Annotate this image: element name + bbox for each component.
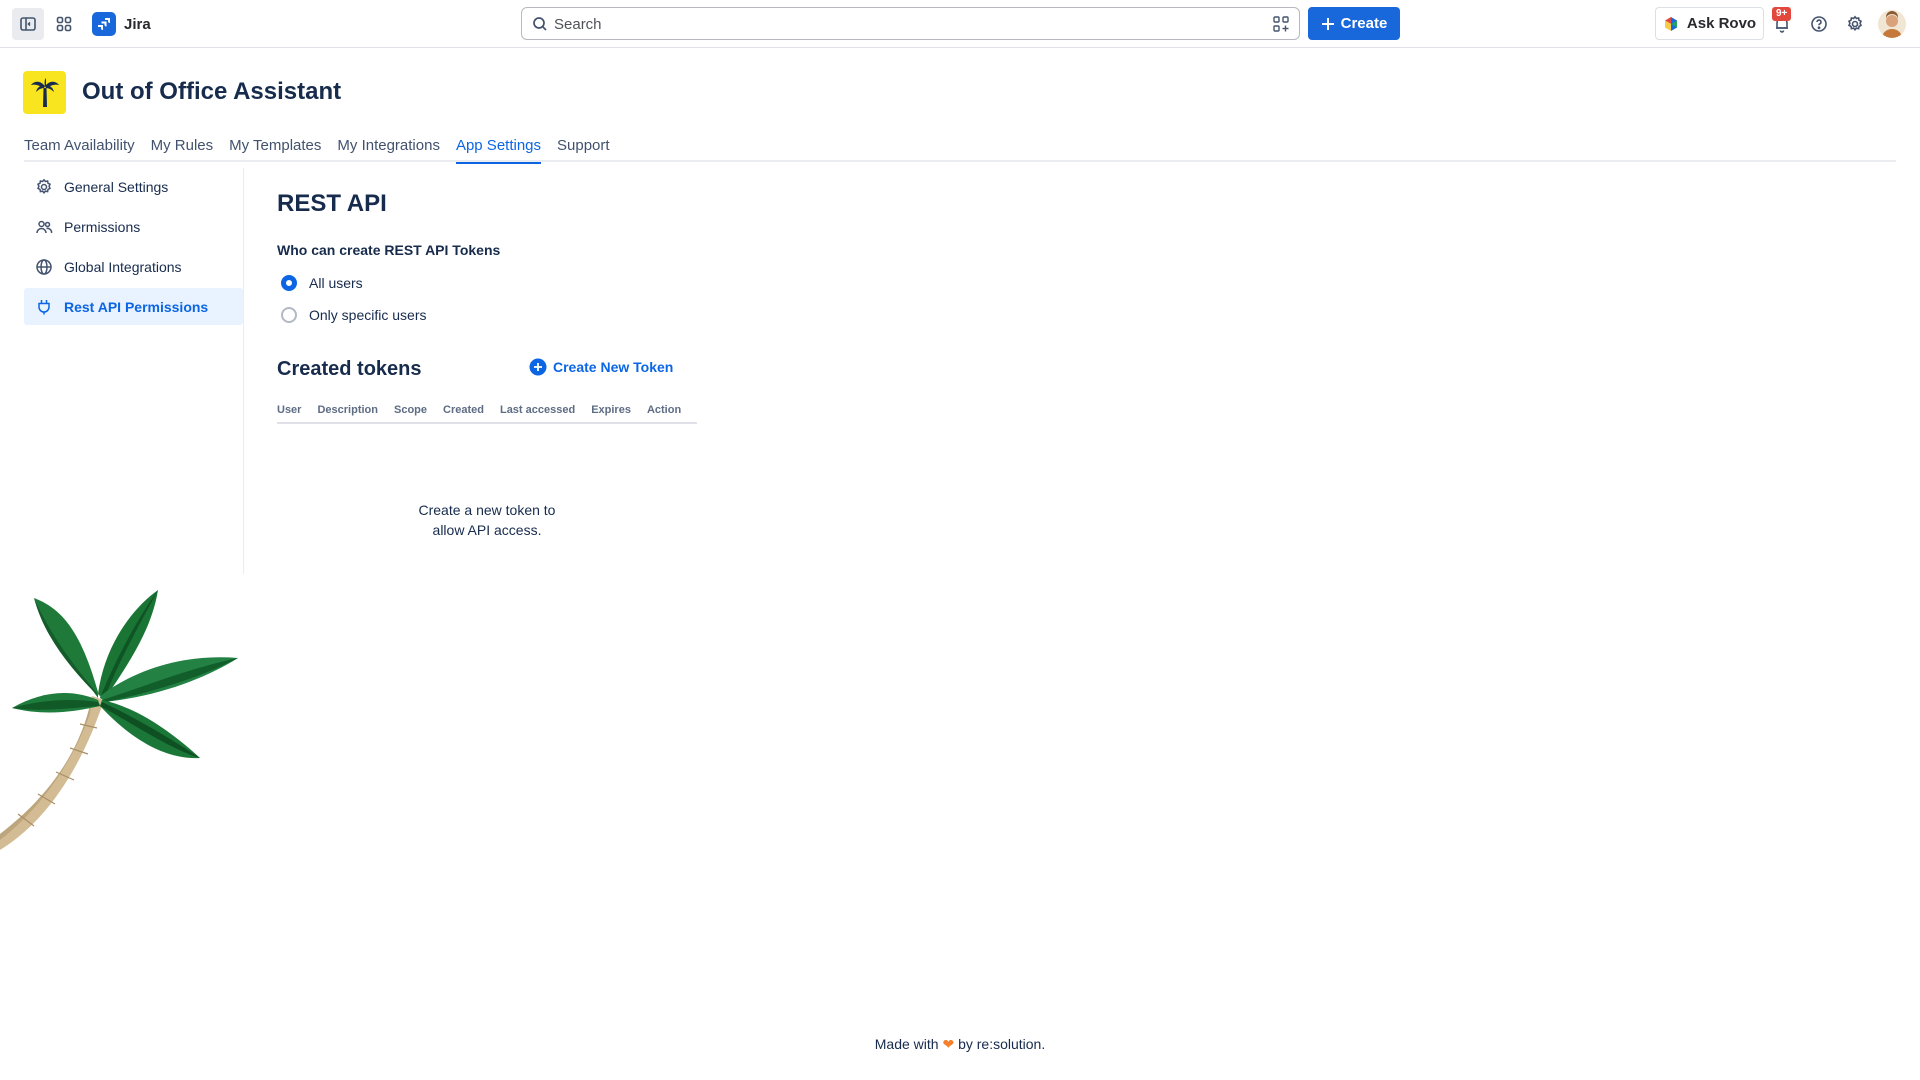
rovo-icon — [1664, 16, 1677, 31]
column-header-expires[interactable]: Expires — [591, 404, 631, 416]
page-title: REST API — [277, 190, 387, 217]
search-box[interactable] — [521, 7, 1300, 40]
gear-icon — [1847, 15, 1863, 32]
radio-all-users[interactable]: All users — [281, 275, 363, 291]
footer-prefix: Made with — [874, 1036, 939, 1052]
column-header-last-accessed[interactable]: Last accessed — [500, 404, 575, 416]
search-icon — [533, 17, 547, 31]
heart-icon: ❤ — [942, 1036, 955, 1052]
palm-tree-icon — [30, 77, 59, 107]
top-navigation: Jira Create Ask Rovo — [0, 0, 1920, 48]
tab-team-availability[interactable]: Team Availability — [24, 130, 135, 162]
ask-rovo-label: Ask Rovo — [1686, 15, 1757, 32]
qr-code-icon[interactable] — [1272, 15, 1290, 33]
empty-state-line: Create a new token to — [418, 502, 556, 518]
sidebar-item-label: Global Integrations — [64, 258, 182, 275]
jira-logo-icon — [92, 12, 116, 36]
radio-button[interactable] — [281, 307, 297, 323]
sidebar-item-global-integrations[interactable]: Global Integrations — [24, 248, 243, 285]
tab-my-rules[interactable]: My Rules — [151, 130, 214, 162]
settings-sidebar: General Settings Permissions Global Inte… — [24, 168, 244, 574]
tab-my-templates[interactable]: My Templates — [229, 130, 321, 162]
notification-badge: 9+ — [1772, 7, 1792, 21]
tab-my-integrations[interactable]: My Integrations — [337, 130, 440, 162]
tab-app-settings[interactable]: App Settings — [455, 130, 542, 164]
sidebar-toggle-button[interactable] — [12, 8, 44, 40]
radio-button-checked[interactable] — [281, 275, 297, 291]
app-switcher-button[interactable] — [48, 8, 80, 40]
settings-button[interactable] — [1839, 8, 1871, 40]
people-icon — [36, 220, 53, 233]
add-circle-icon — [529, 358, 547, 376]
create-button-label: Create — [1340, 15, 1388, 32]
footer-suffix: by re:solution. — [958, 1036, 1046, 1052]
radio-specific-users[interactable]: Only specific users — [281, 307, 426, 323]
sidebar-item-rest-api-permissions[interactable]: Rest API Permissions — [24, 288, 243, 325]
globe-icon — [36, 258, 52, 275]
column-header-user[interactable]: User — [277, 404, 301, 416]
create-button[interactable]: Create — [1308, 7, 1400, 40]
search-input[interactable] — [554, 14, 1234, 34]
help-button[interactable] — [1803, 8, 1835, 40]
ask-rovo-button[interactable]: Ask Rovo — [1655, 7, 1764, 40]
plug-icon — [38, 299, 50, 314]
create-new-token-label: Create New Token — [553, 359, 674, 375]
sidebar-item-permissions[interactable]: Permissions — [24, 208, 243, 245]
column-header-created[interactable]: Created — [443, 404, 484, 416]
sidebar-panel-icon — [20, 17, 36, 31]
empty-state-line: allow API access. — [432, 522, 542, 538]
sidebar-item-label: Rest API Permissions — [64, 298, 209, 315]
sidebar-item-label: General Settings — [64, 178, 169, 195]
sidebar-item-label: Permissions — [64, 218, 141, 235]
tab-support[interactable]: Support — [557, 130, 610, 162]
main-tabs: Team Availability My Rules My Templates … — [24, 130, 1896, 164]
tokens-section-title: Created tokens — [277, 358, 422, 380]
app-logo — [23, 71, 66, 114]
tokens-table-header: User Description Scope Created Last acce… — [277, 404, 697, 424]
radio-label: All users — [309, 275, 363, 291]
product-name: Jira — [124, 15, 151, 33]
user-avatar[interactable] — [1878, 10, 1906, 38]
footer: Made with ❤ by re:solution. — [0, 1036, 1920, 1053]
app-title: Out of Office Assistant — [82, 78, 342, 105]
palm-tree-illustration — [0, 590, 238, 850]
jira-home-link[interactable]: Jira — [92, 12, 151, 36]
grid-icon — [56, 16, 72, 32]
plus-icon — [1321, 17, 1334, 30]
permission-label: Who can create REST API Tokens — [277, 242, 501, 258]
create-new-token-button[interactable]: Create New Token — [529, 358, 673, 376]
sidebar-item-general-settings[interactable]: General Settings — [24, 168, 243, 205]
column-header-action[interactable]: Action — [647, 404, 681, 416]
gear-icon — [37, 178, 51, 194]
help-icon — [1811, 16, 1827, 32]
tokens-empty-state: Create a new token to allow API access. — [407, 500, 567, 540]
column-header-scope[interactable]: Scope — [394, 404, 427, 416]
radio-label: Only specific users — [309, 307, 427, 323]
column-header-description[interactable]: Description — [317, 404, 378, 416]
